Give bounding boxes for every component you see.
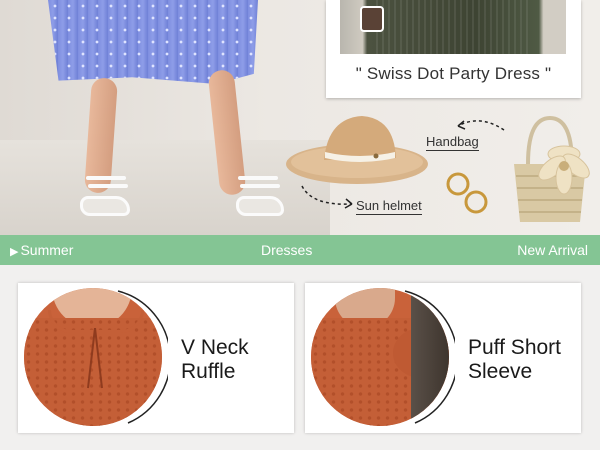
product-name-line1: Puff Short	[468, 336, 562, 359]
gold-earrings-icon	[446, 172, 488, 214]
play-triangle-icon: ▶	[10, 246, 19, 258]
circle-frame-icon	[404, 290, 455, 424]
product-cards-section: V Neck Ruffle Puff Short Sleeve	[0, 265, 600, 450]
clutch-image	[360, 6, 384, 32]
product-name-line2: Sleeve	[468, 360, 533, 383]
sun-helmet-label: Sun helmet	[356, 198, 422, 215]
banner-dresses[interactable]: Dresses	[261, 242, 312, 258]
product-name: Puff Short Sleeve	[468, 336, 561, 384]
product-card-v-neck-ruffle[interactable]: V Neck Ruffle	[18, 283, 294, 433]
banner-summer[interactable]: ▶ Summer	[10, 242, 73, 258]
featured-dress-card[interactable]: " Swiss Dot Party Dress "	[326, 0, 581, 98]
straw-hat-icon	[286, 116, 428, 184]
right-sandal-image	[236, 196, 284, 216]
featured-dress-title: " Swiss Dot Party Dress "	[355, 64, 552, 83]
handbag-arrow-icon	[457, 120, 505, 131]
hero-banner: " Swiss Dot Party Dress " Handbag Sun he…	[0, 0, 600, 235]
floor	[0, 140, 330, 235]
product-card-puff-short-sleeve[interactable]: Puff Short Sleeve	[305, 283, 581, 433]
green-pleated-dress-image	[340, 0, 566, 54]
banner-summer-label: Summer	[20, 242, 74, 258]
product-name: V Neck Ruffle	[181, 336, 249, 384]
left-sandal-image	[80, 196, 130, 216]
product-name-line2: Ruffle	[181, 360, 236, 383]
sun-helmet-arrow-icon	[301, 185, 353, 209]
product-name-line1: V Neck	[181, 336, 249, 359]
handbag-label: Handbag	[426, 134, 479, 151]
category-banner: ▶ Summer Dresses New Arrival	[0, 235, 600, 265]
straw-handbag-icon	[514, 115, 590, 222]
circle-frame-icon	[117, 290, 168, 424]
banner-new-arrival[interactable]: New Arrival	[517, 242, 588, 258]
